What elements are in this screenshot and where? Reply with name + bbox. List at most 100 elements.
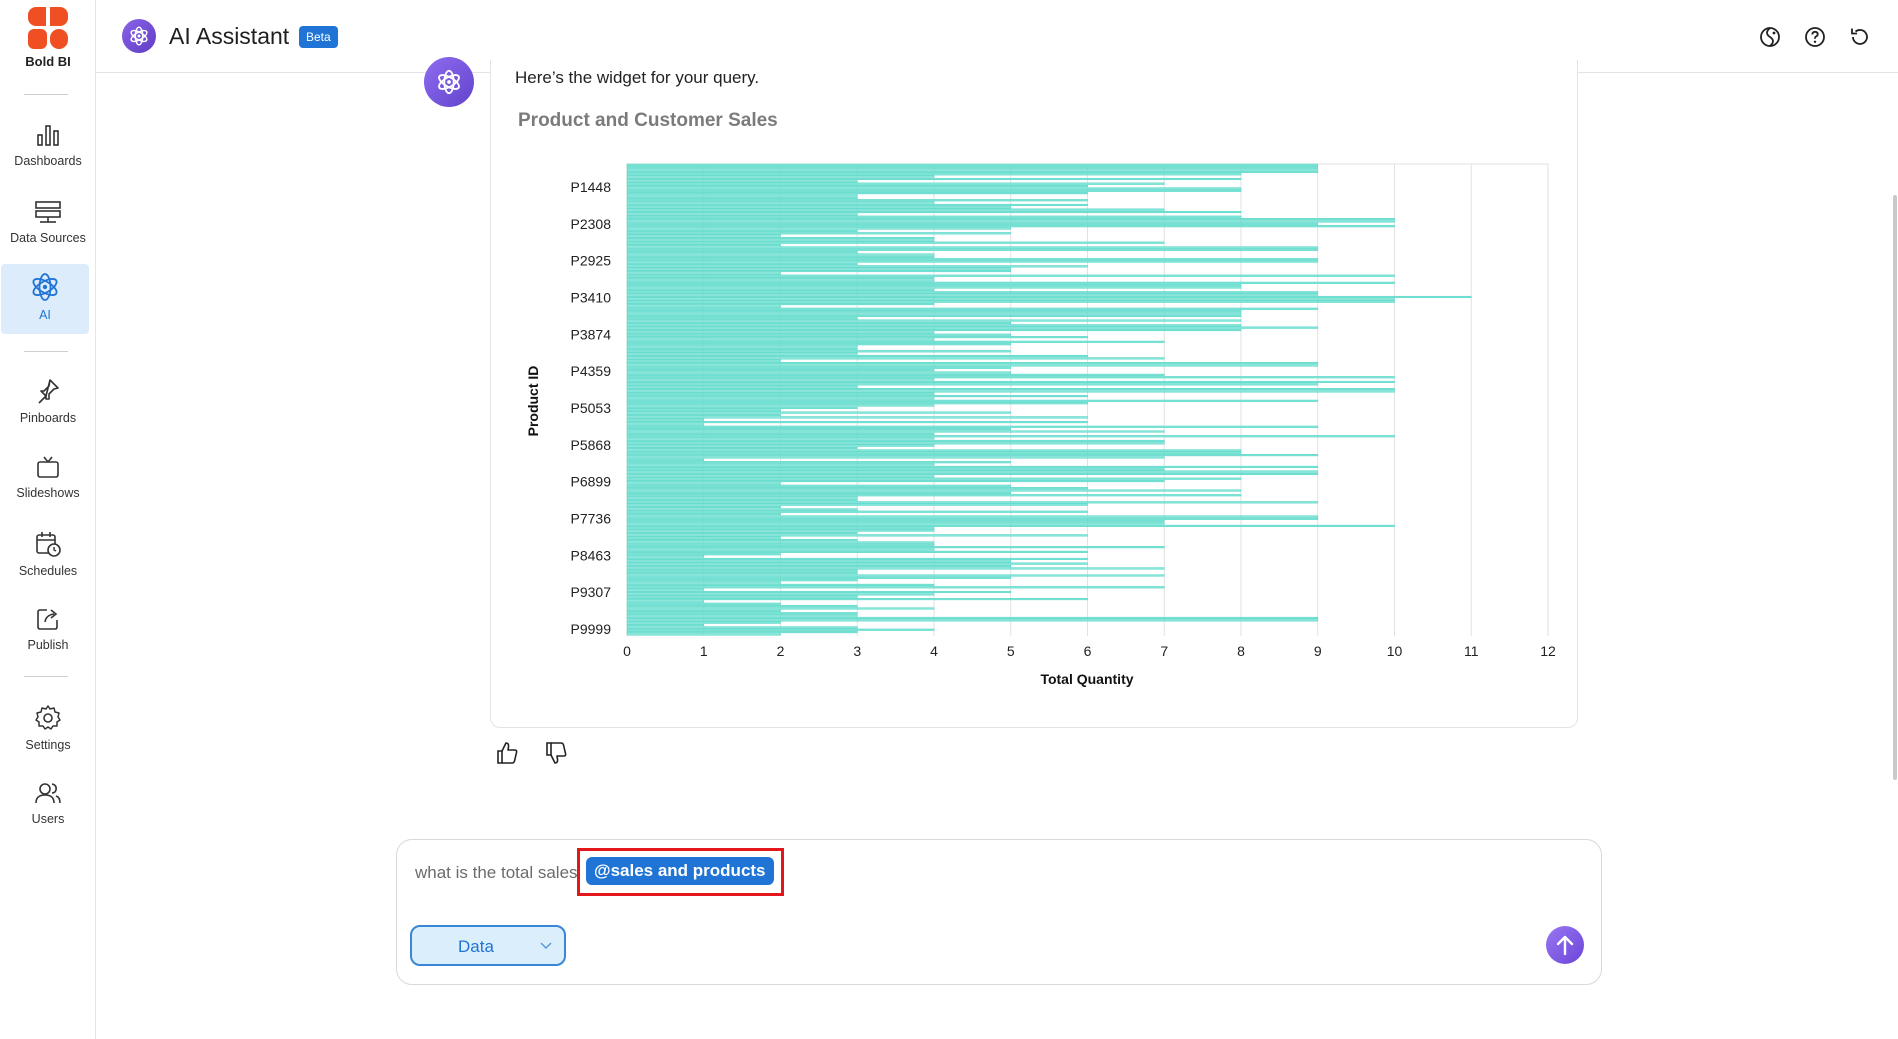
chart-bar bbox=[626, 513, 781, 516]
chart-bar bbox=[626, 244, 781, 247]
chart-bar bbox=[626, 607, 935, 610]
thumbs-up-icon[interactable] bbox=[494, 740, 520, 766]
chart-bar bbox=[626, 326, 1318, 329]
chart-bar bbox=[626, 262, 858, 265]
chart-bar bbox=[626, 203, 1088, 206]
chart-bar bbox=[626, 442, 1165, 445]
query-input-text[interactable]: what is the total sales bbox=[415, 863, 578, 883]
chart-bar bbox=[626, 553, 781, 556]
x-tick-label: 0 bbox=[623, 643, 631, 659]
chart-bar bbox=[626, 298, 1395, 301]
mention-highlight-box bbox=[577, 848, 784, 896]
x-axis-label: Total Quantity bbox=[1040, 671, 1133, 687]
chart-bar bbox=[626, 354, 1088, 358]
chart-bar bbox=[626, 350, 1011, 353]
chart-bar bbox=[626, 239, 935, 242]
chart-bar bbox=[626, 170, 1318, 173]
chart-bar bbox=[626, 180, 858, 183]
chart-bar bbox=[626, 633, 781, 636]
chart-bar bbox=[626, 631, 858, 634]
chart-bar bbox=[626, 402, 1088, 405]
chart-bar bbox=[626, 609, 781, 612]
chart-bar bbox=[626, 373, 1165, 376]
chart-bar bbox=[626, 399, 1318, 402]
chart-bar bbox=[626, 293, 1318, 296]
chart-bar bbox=[626, 418, 704, 421]
chart-bar bbox=[626, 236, 935, 240]
chart-bar bbox=[626, 210, 1242, 214]
chart-bar bbox=[626, 319, 1242, 322]
chart-bar bbox=[626, 310, 1242, 313]
chart-bar bbox=[626, 432, 935, 435]
chart-bar bbox=[626, 253, 935, 256]
chart-bar bbox=[626, 168, 1318, 171]
chart-bar bbox=[626, 251, 858, 254]
chart-bar bbox=[626, 520, 1165, 523]
chart-bar bbox=[626, 352, 858, 355]
send-button[interactable] bbox=[1546, 926, 1584, 964]
chart-bar bbox=[626, 390, 1395, 393]
scrollbar-thumb[interactable] bbox=[1893, 195, 1897, 780]
chart-bar bbox=[626, 437, 935, 440]
chart-bar bbox=[626, 364, 1318, 367]
chart-bar bbox=[626, 234, 781, 237]
chart-bar bbox=[626, 248, 1318, 251]
chart-bar bbox=[626, 444, 935, 447]
chart-bar bbox=[626, 590, 1011, 594]
chart-bar bbox=[626, 626, 858, 629]
chart-bar bbox=[626, 576, 1011, 579]
chart-bar bbox=[626, 303, 935, 306]
chart-bar bbox=[626, 388, 1395, 391]
chart-bar bbox=[626, 560, 1011, 563]
chart-bar bbox=[626, 208, 1165, 211]
chart-bar bbox=[626, 260, 1318, 263]
chart-bar bbox=[626, 529, 935, 532]
chart-bar bbox=[626, 329, 1242, 332]
chart-bar bbox=[626, 480, 1165, 483]
chart-bar bbox=[626, 527, 935, 530]
chart-bar bbox=[626, 541, 935, 544]
chart-bar bbox=[626, 496, 858, 499]
chart-bar bbox=[626, 506, 781, 509]
data-mode-dropdown[interactable]: Data bbox=[410, 925, 566, 966]
chart-bar bbox=[626, 465, 1318, 468]
chart-bar bbox=[626, 404, 935, 407]
chart-bar bbox=[626, 383, 1318, 386]
chart-bar bbox=[626, 362, 1318, 365]
chart-bar bbox=[626, 201, 935, 204]
chart-bar bbox=[626, 569, 858, 572]
chart-bar bbox=[626, 557, 1088, 560]
chart-bar bbox=[626, 312, 1242, 315]
chart-bar bbox=[626, 515, 1318, 518]
chart-bar bbox=[626, 218, 1395, 221]
chart-bar bbox=[626, 284, 1242, 287]
y-tick-label: P9307 bbox=[571, 584, 612, 600]
x-tick-label: 1 bbox=[700, 643, 708, 659]
chart-bar bbox=[626, 583, 935, 586]
y-tick-label: P3874 bbox=[571, 326, 612, 342]
x-tick-label: 11 bbox=[1464, 643, 1479, 659]
chart-bar bbox=[626, 321, 1011, 324]
x-tick-label: 10 bbox=[1387, 643, 1403, 659]
chart-bar bbox=[626, 185, 1088, 188]
chart-bar bbox=[626, 574, 1165, 577]
chart-bar bbox=[626, 454, 1318, 457]
chart-bar bbox=[626, 416, 1088, 419]
chart-bar bbox=[626, 593, 935, 596]
chart-bar bbox=[626, 539, 858, 542]
chart-bar bbox=[626, 359, 781, 362]
chart-bar bbox=[626, 619, 1318, 622]
chart-bar bbox=[626, 166, 1318, 169]
chart-bar bbox=[626, 423, 704, 426]
y-tick-label: P6899 bbox=[571, 474, 612, 490]
chart-bar bbox=[626, 196, 858, 199]
chart-bar bbox=[626, 380, 1395, 383]
chart-bar bbox=[626, 468, 1165, 471]
x-tick-label: 8 bbox=[1237, 643, 1245, 659]
chart-bar bbox=[626, 588, 704, 591]
thumbs-down-icon[interactable] bbox=[543, 740, 569, 766]
chart-bar bbox=[626, 595, 858, 598]
chart-bar bbox=[626, 246, 1318, 249]
chart-bar bbox=[626, 451, 1242, 454]
chart-bar bbox=[626, 213, 858, 216]
